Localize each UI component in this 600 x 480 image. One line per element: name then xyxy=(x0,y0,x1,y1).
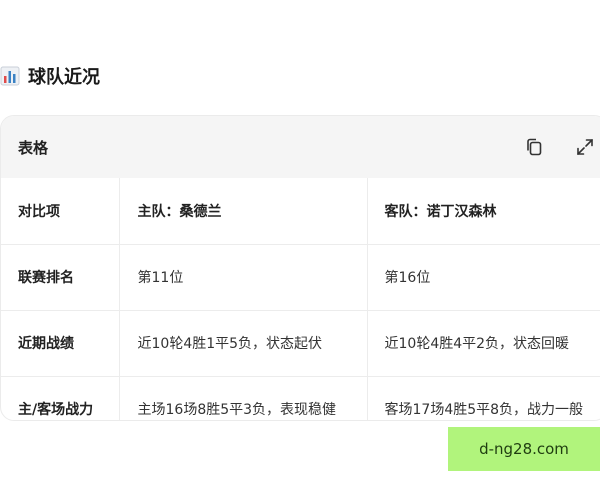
table-row: 主/客场战力 主场16场8胜5平3负，表现稳健 客场17场4胜5平8负，战力一般 xyxy=(1,376,600,420)
copy-icon[interactable] xyxy=(523,136,545,158)
bar-chart-icon xyxy=(0,66,20,86)
expand-icon[interactable] xyxy=(574,136,596,158)
card-title: 表格 xyxy=(18,138,49,157)
away-cell: 第16位 xyxy=(367,244,600,311)
table-card: 表格 对比项 主队：桑德兰 客队：诺丁汉森林 联赛排名 第11位 第16位 近期… xyxy=(0,115,600,421)
away-cell: 客场17场4胜5平8负，战力一般 xyxy=(367,376,600,420)
away-cell: 近10轮4胜4平2负，状态回暖 xyxy=(367,310,600,377)
table-row: 联赛排名 第11位 第16位 xyxy=(1,244,600,311)
row-label: 联赛排名 xyxy=(1,244,120,311)
table-header-row: 对比项 主队：桑德兰 客队：诺丁汉森林 xyxy=(1,178,600,245)
section-header: 球队近况 xyxy=(0,62,100,90)
home-cell: 近10轮4胜1平5负，状态起伏 xyxy=(119,310,368,377)
comparison-table: 对比项 主队：桑德兰 客队：诺丁汉森林 联赛排名 第11位 第16位 近期战绩 … xyxy=(1,178,600,420)
header-cell-home: 主队：桑德兰 xyxy=(119,178,368,245)
row-label: 主/客场战力 xyxy=(1,376,120,420)
row-label: 近期战绩 xyxy=(1,310,120,377)
watermark-link[interactable]: d-ng28.com xyxy=(448,427,600,471)
table-row: 近期战绩 近10轮4胜1平5负，状态起伏 近10轮4胜4平2负，状态回暖 xyxy=(1,310,600,377)
header-cell-item: 对比项 xyxy=(1,178,120,245)
home-cell: 第11位 xyxy=(119,244,368,311)
home-cell: 主场16场8胜5平3负，表现稳健 xyxy=(119,376,368,420)
section-title: 球队近况 xyxy=(28,67,100,88)
card-header: 表格 xyxy=(1,116,600,178)
header-cell-away: 客队：诺丁汉森林 xyxy=(367,178,600,245)
